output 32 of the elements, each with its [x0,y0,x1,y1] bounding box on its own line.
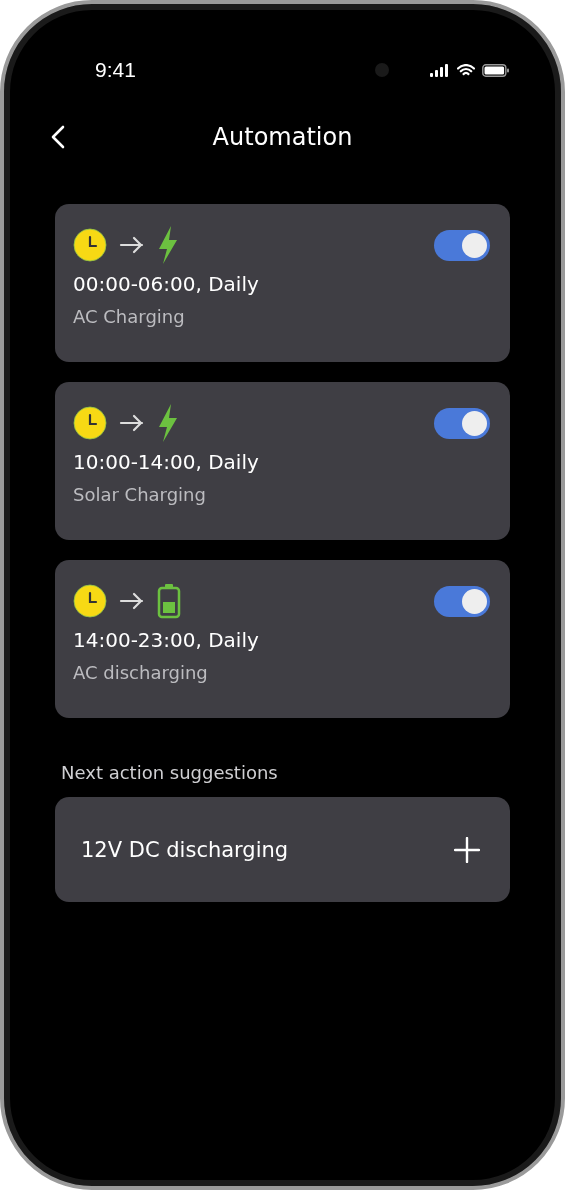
mode-label: AC Charging [73,306,186,327]
camera-dot [375,63,389,77]
wifi-icon [457,63,475,77]
schedule-text: 14:00-23:00, Daily [73,628,260,652]
clock-icon [73,584,107,618]
toggle-switch[interactable] [434,585,490,617]
arrow-right-icon [119,414,145,432]
mode-label: Solar Charging [73,484,207,505]
suggestion-label: 12V DC discharging [81,837,289,862]
arrow-right-icon [119,236,145,254]
lightning-bolt-icon [157,225,179,265]
back-icon [51,125,65,149]
mode-label: AC discharging [73,662,209,683]
schedule-text: 00:00-06:00, Daily [73,272,260,296]
clock-icon [73,228,107,262]
toggle-switch[interactable] [434,407,490,439]
automation-card[interactable]: 10:00-14:00, Daily Solar Charging [55,382,510,540]
arrow-right-icon [119,592,145,610]
suggestion-card[interactable]: 12V DC discharging [55,797,510,902]
signal-icon [430,63,450,77]
screen-title: Automation [211,123,354,151]
section-heading: Next action suggestions [61,762,279,783]
battery-status-icon [482,63,510,77]
plus-icon[interactable] [454,836,480,863]
toggle-switch[interactable] [434,229,490,261]
clock-icon [73,406,107,440]
schedule-text: 10:00-14:00, Daily [73,450,260,474]
automation-card[interactable]: 00:00-06:00, Daily AC Charging [55,204,510,362]
automation-card[interactable]: 14:00-23:00, Daily AC discharging [55,560,510,718]
lightning-bolt-icon [157,403,179,443]
battery-icon [157,583,181,619]
status-time: 9:41 [95,58,137,82]
